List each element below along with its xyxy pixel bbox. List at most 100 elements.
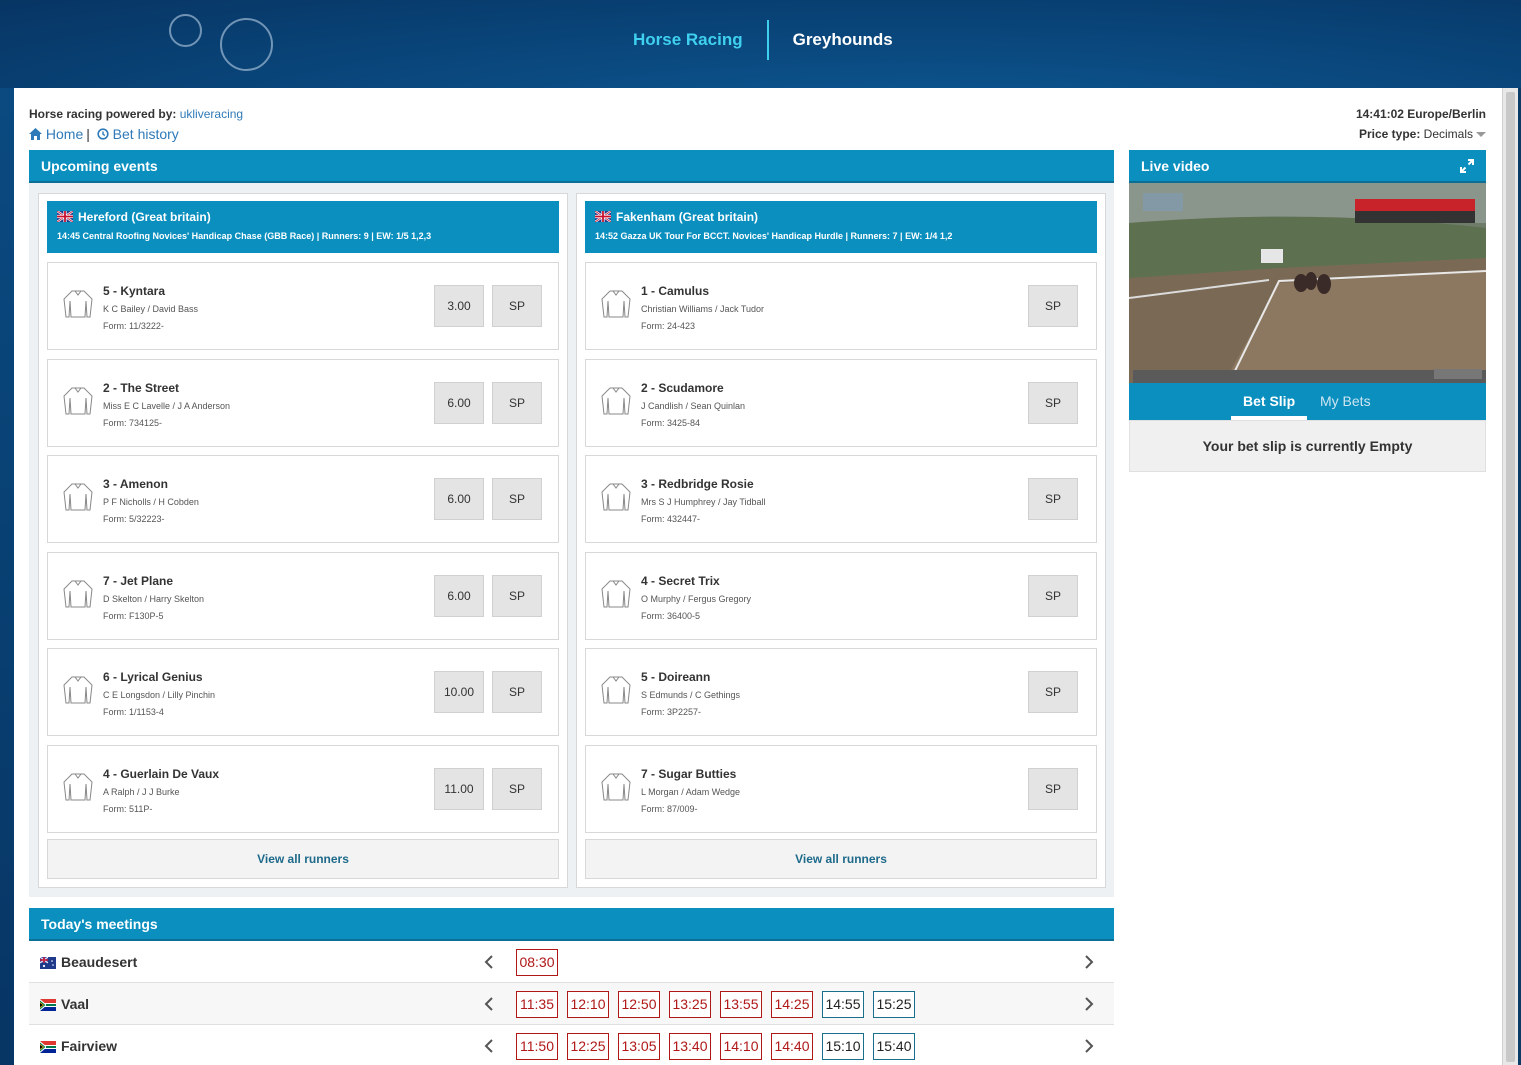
- sp-button[interactable]: SP: [492, 381, 542, 424]
- sp-button[interactable]: SP: [492, 478, 542, 520]
- jockey-silk-icon: [600, 675, 632, 705]
- race-time-button[interactable]: 12:50: [618, 991, 660, 1018]
- jockey-silk-icon: [62, 289, 94, 319]
- live-video-player[interactable]: [1129, 183, 1486, 383]
- powered-by: Horse racing powered by: ukliveracing: [29, 107, 243, 121]
- race-time-button[interactable]: 15:40: [873, 1033, 915, 1060]
- runner-name: 7 - Sugar Butties: [641, 766, 737, 781]
- price-button[interactable]: 10.00: [434, 671, 484, 713]
- runner-trainer-jockey: K C Bailey / David Bass: [103, 304, 199, 314]
- view-all-runners-button[interactable]: View all runners: [585, 839, 1097, 879]
- race-time-button[interactable]: 11:35: [516, 991, 558, 1018]
- runner-name: 4 - Secret Trix: [641, 573, 720, 588]
- price-type-select[interactable]: Price type: Decimals: [1359, 127, 1486, 141]
- bet-history-link[interactable]: Bet history: [113, 126, 179, 142]
- race-time-button[interactable]: 15:25: [873, 991, 915, 1018]
- chevron-left-icon[interactable]: [482, 1038, 496, 1054]
- runner-trainer-jockey: Miss E C Lavelle / J A Anderson: [103, 400, 231, 411]
- runner-trainer-jockey: C E Longsdon / Lilly Pinchin: [103, 690, 216, 700]
- sp-button[interactable]: SP: [1028, 574, 1078, 617]
- sp-button[interactable]: SP: [492, 767, 542, 810]
- tab-horse-racing[interactable]: Horse Racing: [633, 30, 743, 50]
- powered-link[interactable]: ukliveracing: [180, 107, 243, 121]
- runner-name: 7 - Jet Plane: [103, 573, 174, 588]
- runner-form: Form: F130P-5: [103, 610, 164, 621]
- race-time-button[interactable]: 13:40: [669, 1033, 711, 1060]
- runner-name: 5 - Kyntara: [103, 284, 166, 298]
- bet-slip-tabs: Bet Slip My Bets: [1129, 383, 1486, 420]
- runner-name: 1 - Camulus: [641, 284, 710, 298]
- chevron-left-icon[interactable]: [482, 996, 496, 1012]
- meeting-name[interactable]: Fairview: [61, 1038, 117, 1054]
- race-time-button[interactable]: 14:55: [822, 991, 864, 1018]
- race-time-button[interactable]: 12:10: [567, 991, 609, 1018]
- event-details: 14:52 Gazza UK Tour For BCCT. Novices' H…: [595, 231, 953, 241]
- price-button[interactable]: 6.00: [434, 478, 484, 520]
- race-time-button[interactable]: 13:55: [720, 991, 762, 1018]
- price-button[interactable]: 6.00: [434, 574, 484, 617]
- price-button[interactable]: 3.00: [434, 285, 484, 327]
- live-video-title: Live video: [1141, 158, 1210, 174]
- race-time-button[interactable]: 11:50: [516, 1033, 558, 1060]
- sp-button[interactable]: SP: [1028, 381, 1078, 424]
- jockey-silk-icon: [62, 386, 94, 416]
- runner-form: Form: 11/3222-: [103, 321, 164, 331]
- runner-trainer-jockey: Christian Williams / Jack Tudor: [641, 304, 765, 314]
- tab-bet-slip[interactable]: Bet Slip: [1243, 393, 1295, 409]
- race-time-button[interactable]: 13:05: [618, 1033, 660, 1060]
- top-banner: Horse Racing Greyhounds: [0, 0, 1521, 88]
- south-africa-flag-icon: [40, 1040, 56, 1053]
- sp-button[interactable]: SP: [492, 671, 542, 713]
- event-card-hereford: Hereford (Great britain) 14:45 Central Ro…: [38, 193, 568, 888]
- meeting-name[interactable]: Beaudesert: [61, 954, 137, 970]
- race-time-button[interactable]: 14:25: [771, 991, 813, 1018]
- runner-row: 3 - Amenon P F Nicholls / H Cobden Form: 5…: [47, 455, 559, 543]
- scrollbar-thumb[interactable]: [1506, 92, 1515, 1062]
- runner-form: Form: 1/1153-4: [103, 707, 164, 717]
- runner-form: Form: 511P-: [103, 803, 153, 814]
- chevron-left-icon[interactable]: [482, 954, 496, 970]
- event-card-fakenham: Fakenham (Great britain) 14:52 Gazza UK T…: [576, 193, 1106, 888]
- chevron-right-icon[interactable]: [1082, 1038, 1096, 1054]
- race-time-button[interactable]: 15:10: [822, 1033, 864, 1060]
- race-time-button[interactable]: 14:40: [771, 1033, 813, 1060]
- meeting-row: Beaudesert 08:30: [29, 941, 1114, 983]
- page-scrollbar[interactable]: [1502, 88, 1518, 1065]
- runner-name: 3 - Amenon: [103, 477, 168, 491]
- home-link[interactable]: Home: [46, 126, 83, 142]
- runner-row: 2 - The Street Miss E C Lavelle / J A And…: [47, 358, 559, 447]
- event-course-name: Fakenham (Great britain): [616, 210, 759, 224]
- price-button[interactable]: 11.00: [434, 767, 484, 810]
- sp-button[interactable]: SP: [1028, 478, 1078, 520]
- chevron-right-icon[interactable]: [1082, 996, 1096, 1012]
- price-button[interactable]: 6.00: [434, 381, 484, 424]
- sp-button[interactable]: SP: [1028, 671, 1078, 713]
- runner-name: 5 - Doireann: [641, 670, 711, 684]
- race-time-button[interactable]: 13:25: [669, 991, 711, 1018]
- expand-icon[interactable]: [1460, 159, 1474, 173]
- runner-form: Form: 24-423: [641, 321, 696, 331]
- runner-row: 1 - Camulus Christian Williams / Jack Tud…: [585, 262, 1097, 350]
- sp-button[interactable]: SP: [492, 285, 542, 327]
- runner-row: 7 - Jet Plane D Skelton / Harry Skelton Fo…: [47, 551, 559, 640]
- meeting-name[interactable]: Vaal: [61, 996, 89, 1012]
- sp-button[interactable]: SP: [1028, 767, 1078, 810]
- runner-trainer-jockey: L Morgan / Adam Wedge: [641, 786, 741, 797]
- tab-my-bets[interactable]: My Bets: [1320, 393, 1371, 409]
- event-course: Fakenham (Great britain): [594, 210, 1087, 224]
- runner-row: 5 - Kyntara K C Bailey / David Bass Form: …: [47, 262, 559, 350]
- runner-name: 4 - Guerlain De Vaux: [103, 766, 220, 781]
- left-decor-strip: [0, 88, 14, 1065]
- video-frame-image: [1129, 183, 1486, 383]
- view-all-runners-button[interactable]: View all runners: [47, 839, 559, 879]
- race-time-button[interactable]: 14:10: [720, 1033, 762, 1060]
- tab-greyhounds[interactable]: Greyhounds: [793, 30, 893, 50]
- event-header: Hereford (Great britain) 14:45 Central Ro…: [47, 201, 559, 253]
- sp-button[interactable]: SP: [1028, 285, 1078, 327]
- race-time-button[interactable]: 12:25: [567, 1033, 609, 1060]
- runner-name: 2 - The Street: [103, 380, 180, 395]
- sp-button[interactable]: SP: [492, 574, 542, 617]
- uk-flag-icon: [56, 210, 74, 223]
- chevron-right-icon[interactable]: [1082, 954, 1096, 970]
- race-time-button[interactable]: 08:30: [516, 949, 558, 976]
